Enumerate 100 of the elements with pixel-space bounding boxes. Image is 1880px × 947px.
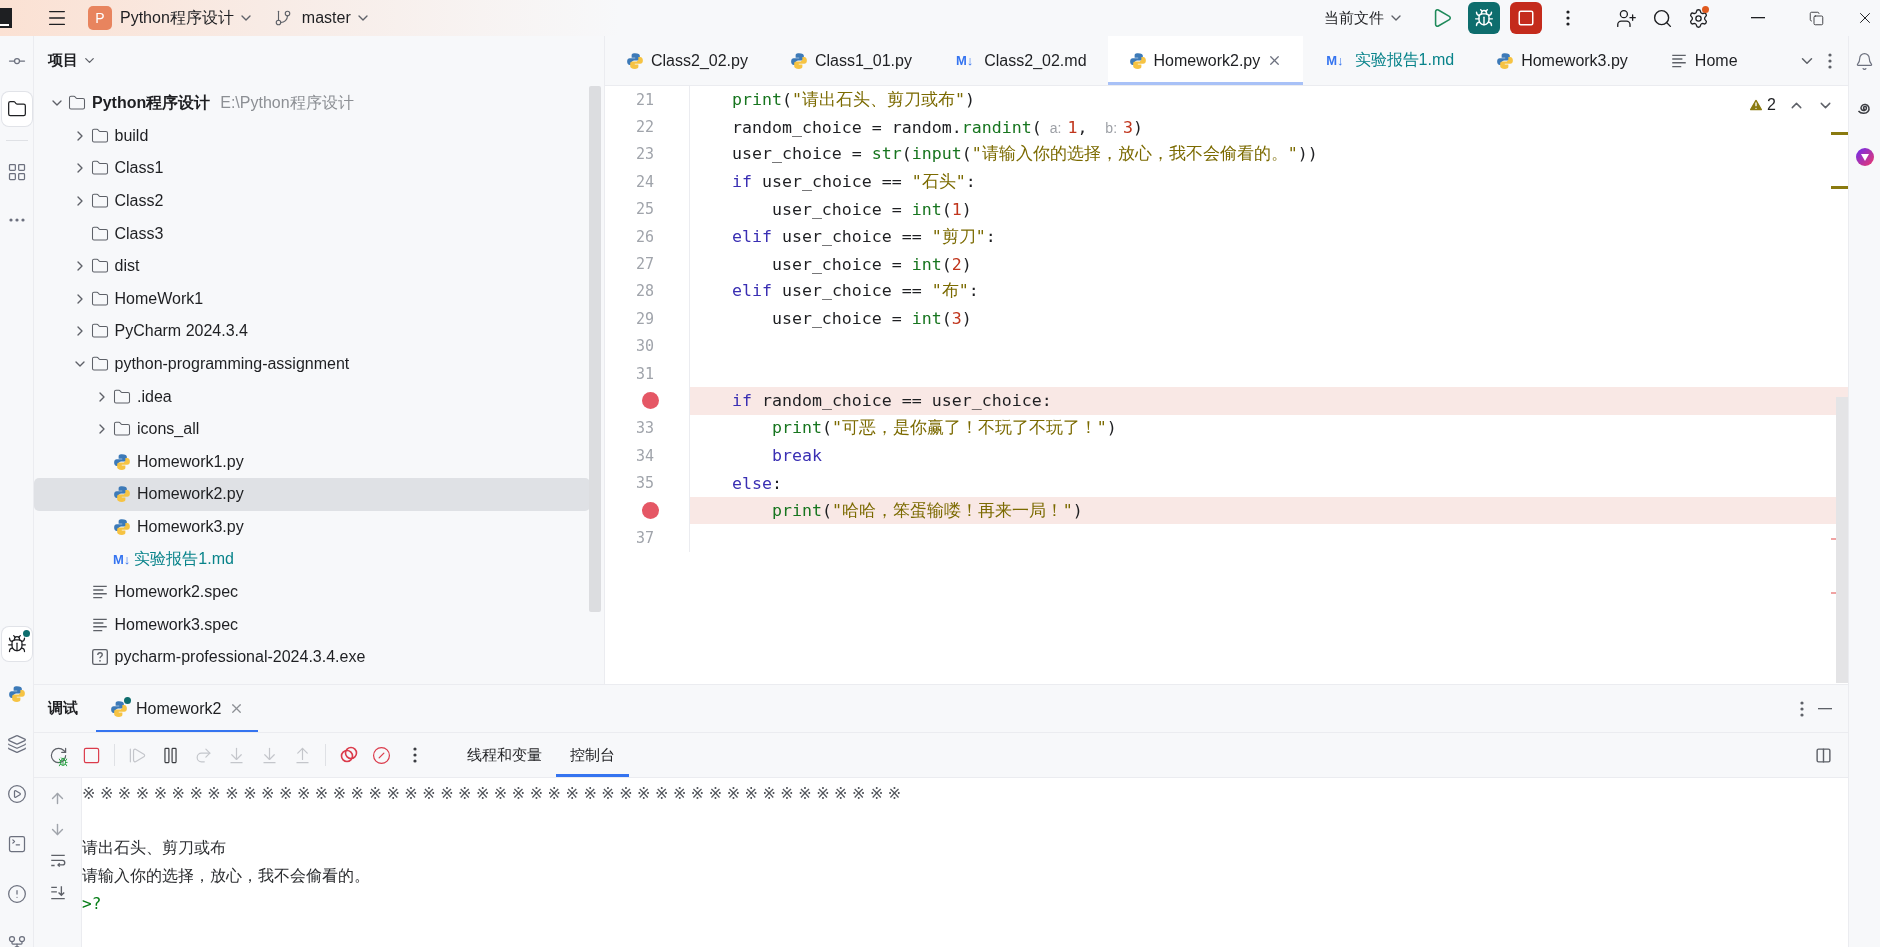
more-icon	[1566, 10, 1570, 26]
tree-item[interactable]: icons_all	[34, 412, 590, 446]
more-icon[interactable]	[1800, 700, 1804, 717]
line-number: 37	[635, 528, 654, 547]
line-number: 30	[635, 337, 654, 356]
code-line: random_choice = random.randint( a: 1, b: 3)	[730, 117, 1144, 137]
code-line: elif user_choice == "剪刀":	[730, 225, 996, 248]
session-tab[interactable]: Homework2	[96, 685, 259, 732]
input-prompt[interactable]: >?	[82, 894, 102, 914]
tool-window-button[interactable]	[1, 92, 32, 126]
scroll-to-end-icon[interactable]	[48, 884, 67, 902]
up-arrow-icon[interactable]	[49, 790, 66, 807]
tree-item[interactable]: Class2	[34, 184, 590, 218]
play-circle-icon	[6, 784, 27, 804]
step-into-icon	[227, 745, 246, 765]
bug-icon	[1474, 8, 1494, 28]
tree-item[interactable]: Class1	[34, 152, 590, 185]
editor-tab[interactable]: M↓ Class2_02.md	[932, 36, 1108, 85]
bug-icon	[6, 634, 27, 654]
folder-icon	[68, 94, 86, 113]
branch-selector[interactable]: master	[273, 9, 371, 27]
console-line: 请出石头、剪刀或布	[82, 838, 226, 859]
tree-item[interactable]: Class3	[34, 217, 590, 250]
layout-icon[interactable]	[1815, 746, 1832, 764]
search-icon	[1651, 7, 1673, 29]
folder-icon	[6, 99, 27, 119]
warning-count[interactable]: 2	[1748, 96, 1776, 114]
folder-icon	[113, 420, 131, 439]
editor-tab[interactable]: M↓ 实验报告1.md	[1303, 36, 1476, 85]
project-badge: P	[88, 6, 112, 30]
code-line: elif user_choice == "布":	[730, 280, 979, 303]
down-arrow-icon[interactable]	[49, 821, 66, 838]
view-tab[interactable]: 线程和变量	[453, 733, 556, 777]
code-line: print("请出石头、剪刀或布")	[730, 88, 975, 111]
folder-icon	[90, 192, 109, 211]
tree-item[interactable]: Homework3.py	[34, 510, 590, 544]
restore-icon	[1808, 10, 1824, 26]
tree-item[interactable]: Python程序设计 E:\Python程序设计	[34, 87, 590, 120]
code-line: user_choice = int(3)	[770, 309, 972, 329]
editor-tab[interactable]: Class1_01.py	[768, 36, 933, 85]
grid-icon	[6, 162, 27, 182]
settings-icon	[1687, 7, 1709, 29]
editor-tab[interactable]: Class2_02.py	[605, 36, 769, 85]
code-line: user_choice = str(input("请输入你的选择，放心，我不会偷看的。"))	[730, 143, 1318, 166]
run-configuration-selector[interactable]: 当前文件	[1324, 8, 1404, 28]
editor-tab[interactable]: Home	[1648, 36, 1759, 85]
tree-item[interactable]: Homework2.spec	[34, 575, 590, 609]
scrollbar-thumb[interactable]	[589, 86, 601, 612]
python-file-icon	[113, 518, 131, 536]
breakpoint-icon[interactable]	[642, 392, 659, 410]
stop-button[interactable]	[1510, 2, 1542, 34]
tree-item[interactable]: build	[34, 119, 590, 153]
soft-wrap-icon[interactable]	[48, 852, 67, 870]
branch-icon	[273, 9, 292, 27]
project-selector[interactable]: Python程序设计	[120, 7, 254, 29]
view-tab[interactable]: 控制台	[556, 733, 629, 777]
minimize-icon[interactable]	[1818, 707, 1832, 710]
tree-item[interactable]: python-programming-assignment	[34, 347, 590, 381]
tree-item[interactable]: Homework3.spec	[34, 608, 590, 642]
tree-item[interactable]: HomeWork1	[34, 282, 590, 316]
status-dot	[22, 630, 30, 637]
bug-icon	[58, 756, 68, 767]
tree-item[interactable]: Homework1.py	[34, 445, 590, 479]
breakpoints-icon	[338, 745, 359, 765]
code-line: print("可恶，是你赢了！不玩了不玩了！")	[770, 417, 1117, 440]
tree-item[interactable]: Homework2.py	[34, 478, 590, 511]
code-line: print("哈哈，笨蛋输喽！再来一局！")	[770, 499, 1083, 522]
app-logo-icon	[0, 7, 14, 29]
scrollbar-thumb[interactable]	[1836, 397, 1848, 683]
warning-mark	[1831, 186, 1848, 189]
more-icon[interactable]	[1828, 52, 1832, 69]
debug-button[interactable]	[1468, 2, 1500, 34]
more-icon	[8, 218, 25, 222]
console-line: 请输入你的选择，放心，我不会偷看的。	[82, 865, 370, 886]
editor-tab[interactable]: Homework3.py	[1475, 36, 1649, 85]
line-number: 23	[635, 145, 654, 164]
python-file-icon	[113, 485, 131, 504]
python-icon	[7, 685, 26, 703]
terminal-icon	[6, 834, 27, 854]
tree-item[interactable]: dist	[34, 249, 590, 283]
folder-icon	[90, 355, 109, 374]
mute-breakpoints-icon	[372, 745, 391, 765]
python-file-icon	[1496, 51, 1515, 70]
tree-item[interactable]: .idea	[34, 380, 590, 413]
editor-tab[interactable]: Homework2.py	[1107, 36, 1304, 85]
folder-icon	[90, 289, 109, 308]
tree-item[interactable]: pycharm-professional-2024.3.4.exe	[34, 641, 590, 674]
folder-icon	[90, 126, 109, 145]
step-out-icon	[293, 745, 312, 765]
line-number: 26	[635, 227, 654, 246]
breakpoint-icon[interactable]	[642, 502, 659, 520]
folder-icon	[90, 159, 109, 178]
python-file-icon	[113, 452, 131, 471]
tool-window-button[interactable]	[1, 627, 32, 661]
code-line: break	[770, 446, 822, 466]
python-file-icon	[789, 51, 808, 70]
tree-item[interactable]: PyCharm 2024.3.4	[34, 315, 590, 348]
code-line: if random_choice == user_choice:	[730, 391, 1052, 411]
tree-item[interactable]: M↓ 实验报告1.md	[34, 543, 590, 576]
panel-title[interactable]: 项目	[48, 50, 78, 70]
